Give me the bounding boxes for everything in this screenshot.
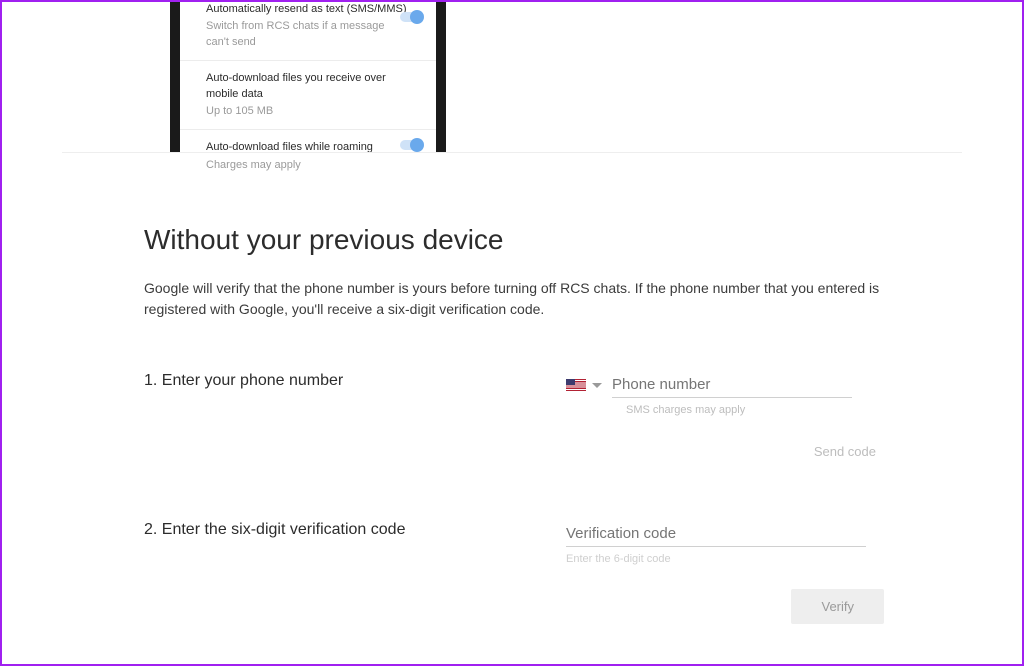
- setting-row: Auto-download files while roaming Charge…: [180, 129, 436, 183]
- section-description: Google will verify that the phone number…: [144, 278, 884, 320]
- phone-helper-text: SMS charges may apply: [626, 404, 884, 416]
- setting-sub: Up to 105 MB: [206, 104, 386, 119]
- setting-sub: Switch from RCS chats if a message can't…: [206, 19, 386, 50]
- step1-label: 1. Enter your phone number: [144, 372, 566, 390]
- setting-title: Automatically resend as text (SMS/MMS): [206, 2, 420, 17]
- code-helper-text: Enter the 6-digit code: [566, 553, 884, 565]
- verify-button[interactable]: Verify: [791, 589, 884, 624]
- step-1: 1. Enter your phone number SMS charges m…: [144, 372, 884, 465]
- phone-input[interactable]: [612, 372, 852, 398]
- main-content: Without your previous device Google will…: [144, 224, 884, 624]
- phone-mockup: Automatically resend as text (SMS/MMS) S…: [170, 2, 446, 152]
- setting-row: Auto-download files you receive over mob…: [180, 60, 436, 129]
- setting-title: Auto-download files while roaming: [206, 140, 420, 155]
- toggle-switch[interactable]: [400, 12, 422, 22]
- section-heading: Without your previous device: [144, 224, 884, 256]
- setting-sub: Charges may apply: [206, 158, 386, 173]
- code-field-group: Enter the 6-digit code Verify: [566, 521, 884, 624]
- toggle-switch[interactable]: [400, 140, 422, 150]
- step-2: 2. Enter the six-digit verification code…: [144, 521, 884, 624]
- send-code-button[interactable]: Send code: [806, 438, 884, 465]
- step2-label: 2. Enter the six-digit verification code: [144, 521, 566, 539]
- chevron-down-icon[interactable]: [592, 383, 602, 388]
- divider: [62, 152, 962, 153]
- us-flag-icon[interactable]: [566, 379, 586, 391]
- setting-row: Automatically resend as text (SMS/MMS) S…: [180, 2, 436, 60]
- verification-code-input[interactable]: [566, 521, 866, 547]
- setting-title: Auto-download files you receive over mob…: [206, 71, 420, 102]
- phone-field-group: SMS charges may apply Send code: [566, 372, 884, 465]
